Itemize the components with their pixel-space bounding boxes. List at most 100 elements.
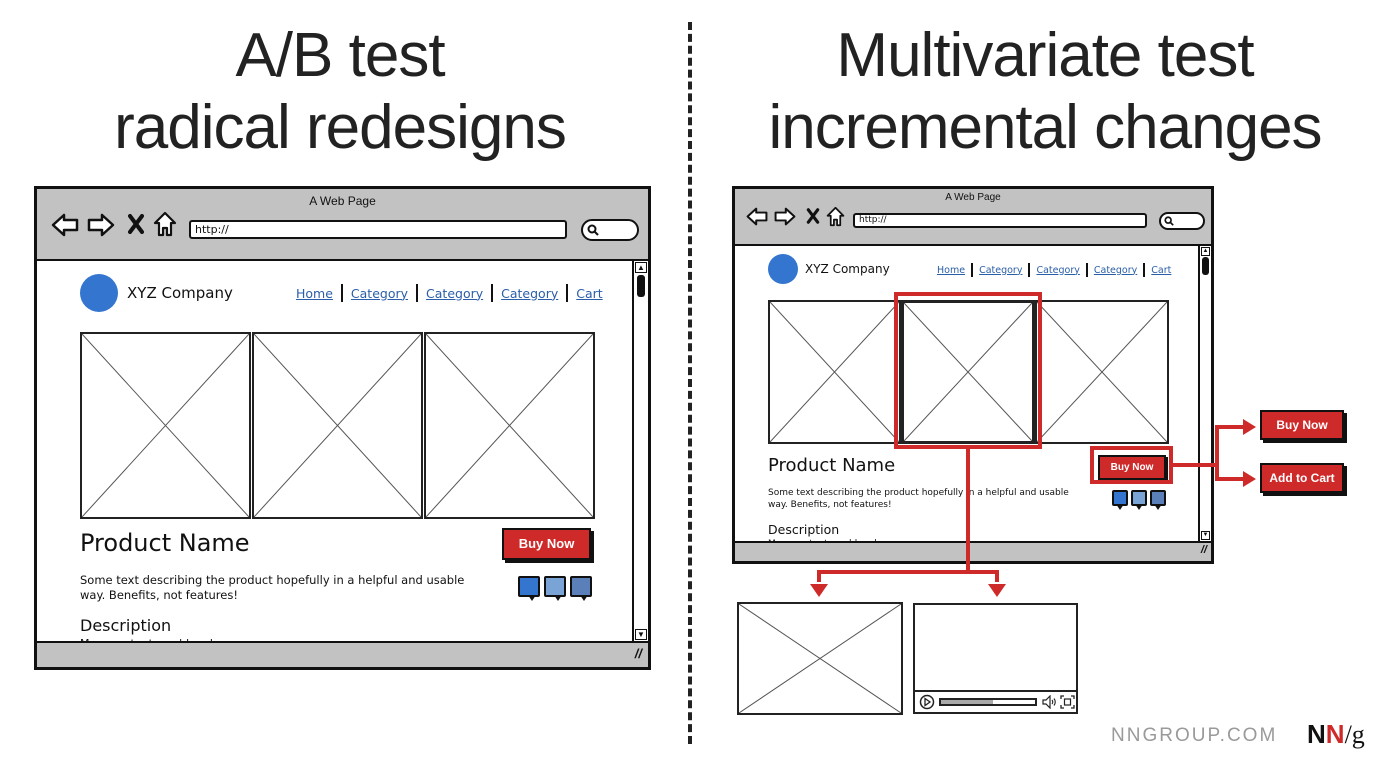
nav-category-2[interactable]: Category: [426, 286, 483, 301]
back-arrow-icon[interactable]: [51, 213, 79, 237]
browser-chrome: A Web Page http://: [37, 189, 648, 261]
back-arrow-icon[interactable]: [746, 207, 768, 226]
stop-x-icon[interactable]: [127, 214, 145, 234]
nav-category-2[interactable]: Category: [1036, 265, 1079, 276]
nav-category-3[interactable]: Category: [1094, 265, 1137, 276]
company-logo: [768, 254, 798, 284]
browser-title: A Web Page: [309, 194, 376, 208]
nav-cart[interactable]: Cart: [576, 286, 602, 301]
home-icon[interactable]: [826, 206, 845, 227]
connector-image-horizontal: [817, 570, 999, 574]
nav-category-3[interactable]: Category: [501, 286, 558, 301]
placeholder-x-icon: [770, 302, 899, 442]
placeholder-x-icon: [739, 604, 901, 713]
mv-heading-line1: Multivariate test: [836, 21, 1254, 90]
vertical-scrollbar[interactable]: ▲ ▼: [1198, 246, 1211, 541]
nav-separator: [416, 284, 419, 302]
ab-heading-line1: A/B test: [235, 21, 445, 90]
nav-home[interactable]: Home: [937, 265, 965, 276]
nav-separator: [1143, 263, 1146, 277]
image-placeholder-3: [424, 332, 595, 519]
product-name: Product Name: [768, 455, 896, 476]
resize-grip-icon[interactable]: //: [635, 646, 642, 661]
connector-button-vertical: [1215, 425, 1219, 481]
color-swatch-1[interactable]: [518, 576, 540, 601]
nav-separator: [340, 284, 343, 302]
company-name: XYZ Company: [805, 262, 890, 276]
ab-test-heading: A/B test radical redesigns: [30, 20, 650, 164]
nav-home[interactable]: Home: [296, 286, 333, 301]
browser-status-bar: //: [37, 641, 648, 667]
connector-image-left-drop: [817, 570, 821, 582]
forward-arrow-icon[interactable]: [774, 207, 796, 226]
scroll-up-icon[interactable]: ▲: [1201, 247, 1210, 256]
color-swatch-3[interactable]: [570, 576, 592, 601]
nav-separator: [491, 284, 494, 302]
multivariate-heading: Multivariate test incremental changes: [715, 20, 1375, 164]
search-field[interactable]: [581, 219, 639, 241]
logo-n2: N: [1325, 719, 1345, 749]
site-nav: Home Category Category Category Cart: [296, 284, 603, 302]
connector-image-right-drop: [995, 570, 999, 582]
color-swatch-3[interactable]: [1150, 490, 1166, 510]
product-description: Some text describing the product hopeful…: [80, 573, 465, 602]
scroll-down-icon[interactable]: ▼: [635, 629, 647, 640]
scroll-up-icon[interactable]: ▲: [635, 262, 647, 273]
variant-image-placeholder: [737, 602, 903, 715]
site-nav: Home Category Category Category Cart: [937, 263, 1171, 277]
search-field[interactable]: [1159, 212, 1205, 230]
image-placeholder-1: [80, 332, 251, 519]
nng-logo: NN/g: [1307, 719, 1365, 750]
company-logo: [80, 274, 118, 312]
browser-status-bar: //: [735, 541, 1211, 561]
volume-icon[interactable]: [1041, 695, 1057, 709]
mv-heading-line2: incremental changes: [768, 93, 1322, 162]
fullscreen-icon[interactable]: [1060, 695, 1075, 709]
scroll-thumb[interactable]: [637, 275, 645, 297]
scroll-thumb[interactable]: [1202, 257, 1209, 275]
search-icon: [1164, 216, 1174, 226]
forward-arrow-icon[interactable]: [87, 213, 115, 237]
button-variant-highlight: [1090, 446, 1173, 484]
arrow-down-icon: [810, 584, 828, 597]
placeholder-x-icon: [1037, 302, 1167, 442]
video-progress-bar[interactable]: [939, 698, 1037, 706]
play-icon[interactable]: [919, 694, 935, 710]
video-progress-fill: [941, 700, 993, 704]
image-placeholder-3: [1035, 300, 1169, 444]
url-bar[interactable]: http://: [853, 213, 1147, 228]
home-icon[interactable]: [153, 211, 177, 237]
color-swatch-2[interactable]: [544, 576, 566, 601]
arrow-right-icon: [1243, 419, 1256, 435]
nav-category-1[interactable]: Category: [979, 265, 1022, 276]
placeholder-x-icon: [254, 334, 421, 517]
variant-video-player[interactable]: [913, 603, 1078, 714]
description-heading: Description: [80, 616, 172, 635]
variant-add-to-cart-button[interactable]: Add to Cart: [1260, 463, 1344, 493]
nav-category-1[interactable]: Category: [351, 286, 408, 301]
video-controls: [915, 690, 1076, 712]
scroll-down-icon[interactable]: ▼: [1201, 531, 1210, 540]
connector-image-down: [966, 449, 970, 573]
company-name: XYZ Company: [127, 284, 233, 302]
search-icon: [587, 224, 599, 236]
browser-chrome: A Web Page http://: [735, 189, 1211, 246]
ab-browser-wireframe: A Web Page http:// ▲ ▼ XYZ Company Home …: [34, 186, 651, 670]
placeholder-x-icon: [426, 334, 593, 517]
dashed-divider: [688, 22, 692, 744]
placeholder-x-icon: [82, 334, 249, 517]
buy-now-button[interactable]: Buy Now: [502, 528, 591, 560]
connector-button-top: [1215, 425, 1245, 429]
variant-buy-now-button[interactable]: Buy Now: [1260, 410, 1344, 440]
image-placeholder-1: [768, 300, 901, 444]
url-bar[interactable]: http://: [189, 220, 567, 239]
nav-separator: [971, 263, 974, 277]
color-swatch-2[interactable]: [1131, 490, 1147, 510]
nav-cart[interactable]: Cart: [1151, 265, 1171, 276]
color-swatch-1[interactable]: [1112, 490, 1128, 510]
nav-separator: [1028, 263, 1031, 277]
resize-grip-icon[interactable]: //: [1201, 544, 1207, 556]
vertical-scrollbar[interactable]: ▲ ▼: [632, 261, 648, 641]
connector-button-right: [1173, 463, 1219, 467]
stop-x-icon[interactable]: [806, 208, 820, 224]
